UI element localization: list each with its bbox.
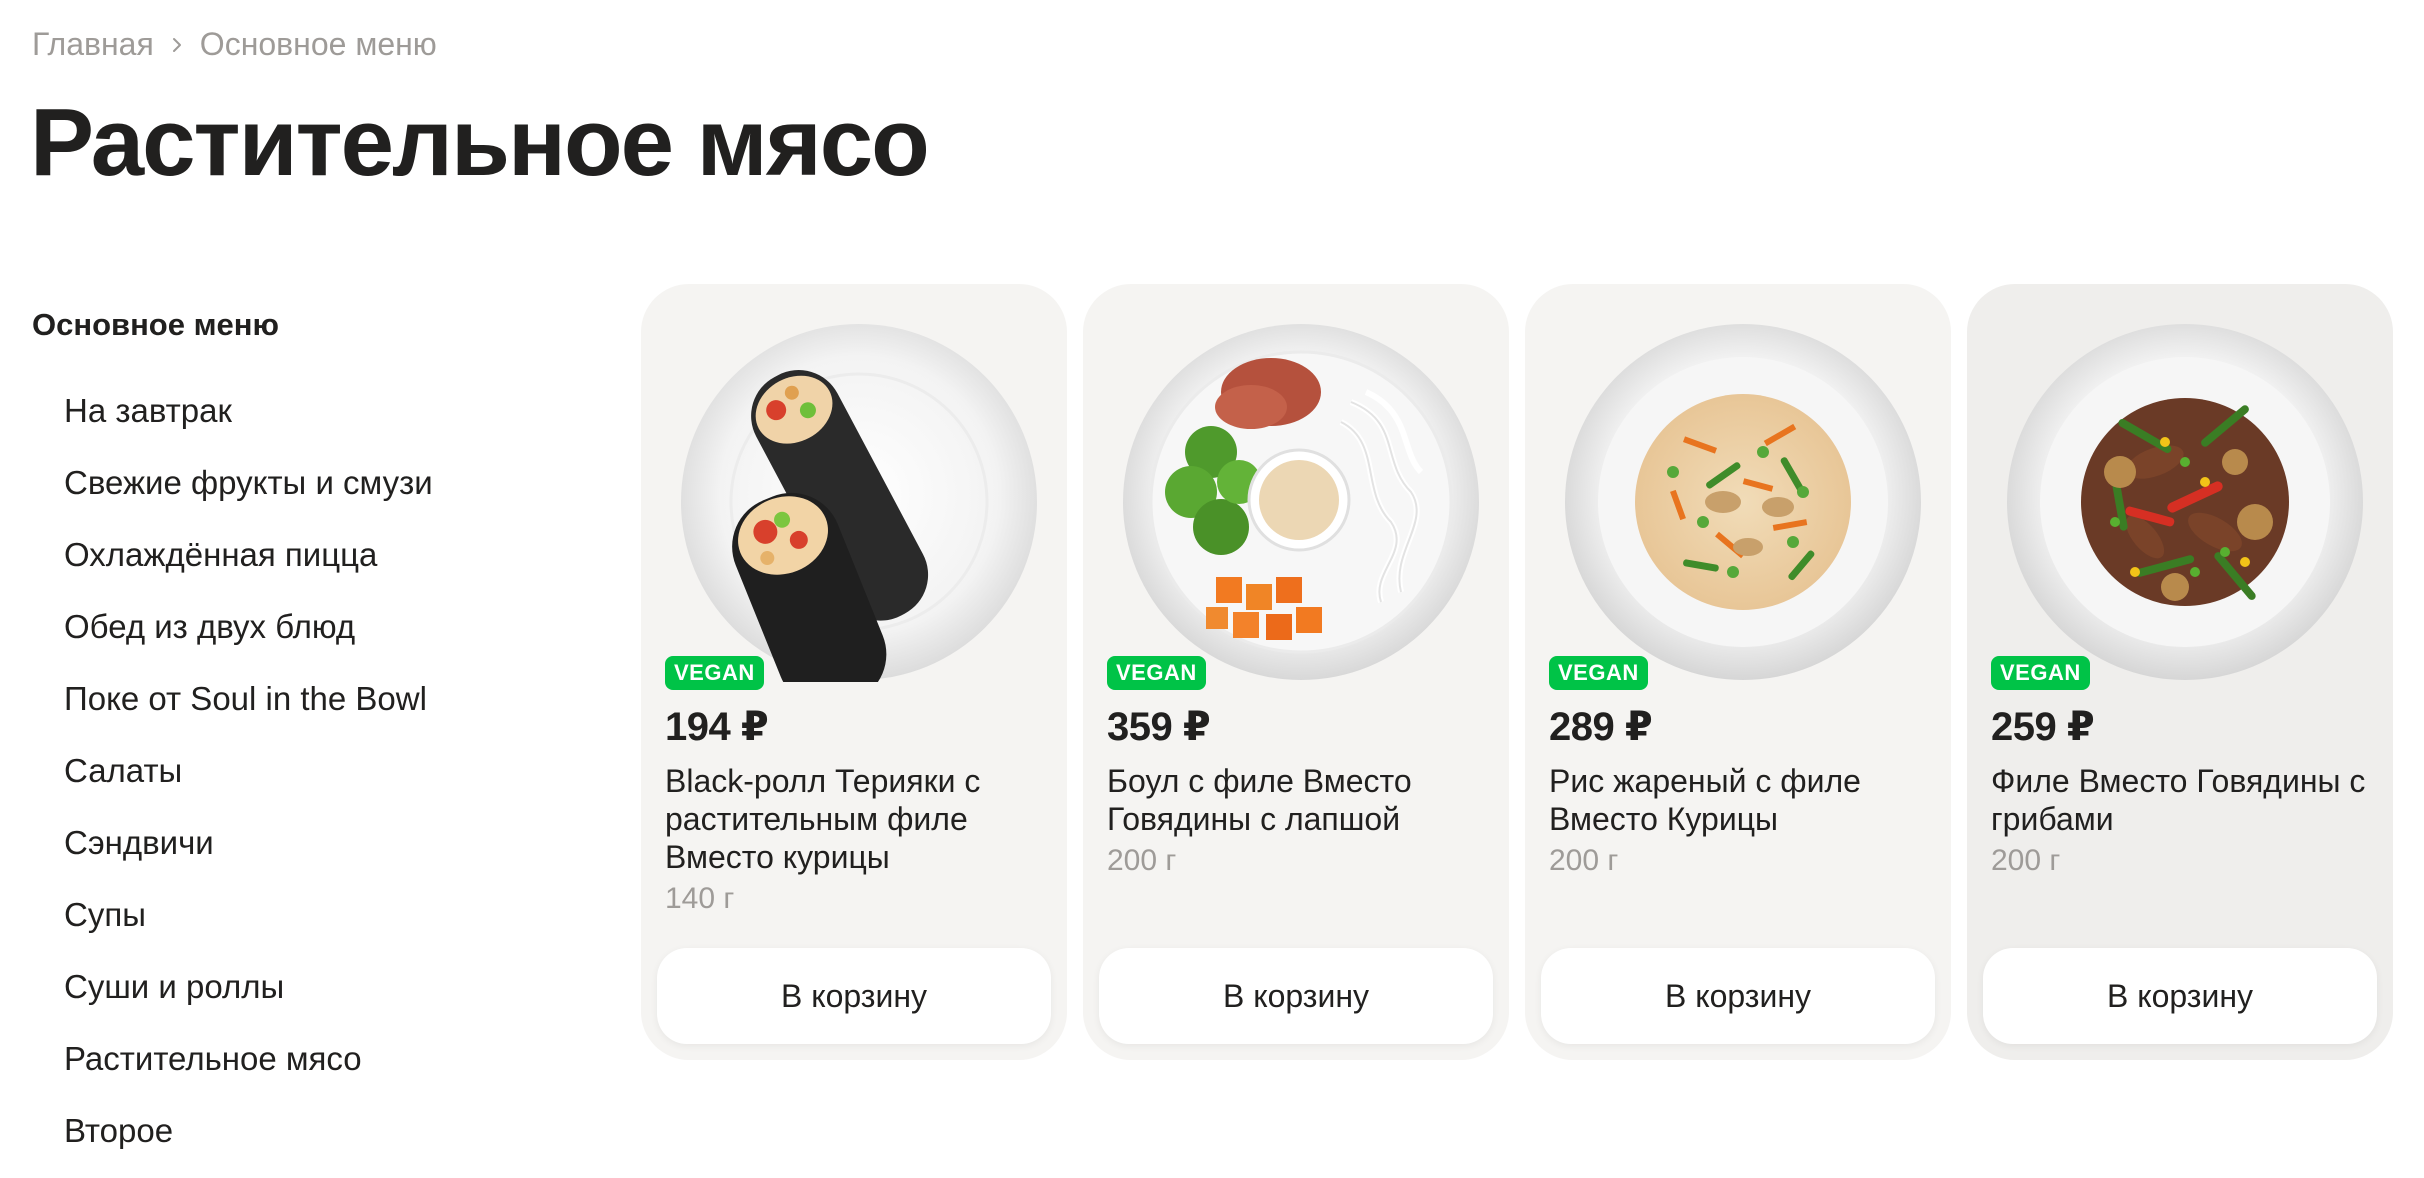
sidebar-item-plant-meat[interactable]: Растительное мясо bbox=[32, 1036, 592, 1108]
product-info: Филе Вместо Говядины с грибами 200 г bbox=[1991, 762, 2381, 880]
sidebar-item-sushi-rolls[interactable]: Суши и роллы bbox=[32, 964, 592, 1036]
vegan-badge: VEGAN bbox=[1107, 656, 1206, 690]
product-info: Рис жареный с филе Вместо Курицы 200 г bbox=[1549, 762, 1939, 880]
add-to-cart-button[interactable]: В корзину bbox=[657, 948, 1051, 1044]
product-card[interactable]: VEGAN 259 ₽ Филе Вместо Говядины с гриба… bbox=[1967, 284, 2393, 1060]
sidebar-item-two-course-lunch[interactable]: Обед из двух блюд bbox=[32, 604, 592, 676]
product-price: 359 ₽ bbox=[1107, 705, 1211, 749]
product-weight: 200 г bbox=[1549, 844, 1619, 877]
product-name[interactable]: Филе Вместо Говядины с грибами bbox=[1991, 762, 2381, 838]
product-price: 194 ₽ bbox=[665, 705, 769, 749]
product-weight: 200 г bbox=[1107, 844, 1177, 877]
sidebar-item-soups[interactable]: Супы bbox=[32, 892, 592, 964]
sidebar-list: На завтрак Свежие фрукты и смузи Охлаждё… bbox=[32, 388, 592, 1178]
breadcrumb: Главная Основное меню bbox=[32, 26, 437, 63]
product-info: Боул с филе Вместо Говядины с лапшой 200… bbox=[1107, 762, 1497, 880]
wrap-dish-image bbox=[679, 322, 1039, 682]
add-to-cart-button[interactable]: В корзину bbox=[1983, 948, 2377, 1044]
vegan-badge: VEGAN bbox=[1991, 656, 2090, 690]
product-price: 289 ₽ bbox=[1549, 705, 1653, 749]
product-weight: 140 г bbox=[665, 882, 735, 915]
product-name[interactable]: Рис жареный с филе Вместо Курицы bbox=[1549, 762, 1939, 838]
sidebar: Основное меню На завтрак Свежие фрукты и… bbox=[32, 300, 592, 1178]
breadcrumb-main-menu-link[interactable]: Основное меню bbox=[200, 26, 437, 63]
sidebar-item-poke[interactable]: Поке от Soul in the Bowl bbox=[32, 676, 592, 748]
product-card[interactable]: VEGAN 194 ₽ Black-ролл Терияки с растите… bbox=[641, 284, 1067, 1060]
sidebar-item-breakfast[interactable]: На завтрак bbox=[32, 388, 592, 460]
product-grid: VEGAN 194 ₽ Black-ролл Терияки с растите… bbox=[641, 284, 2393, 1060]
sidebar-item-chilled-pizza[interactable]: Охлаждённая пицца bbox=[32, 532, 592, 604]
vegan-badge: VEGAN bbox=[1549, 656, 1648, 690]
sidebar-item-sandwiches[interactable]: Сэндвичи bbox=[32, 820, 592, 892]
page: Главная Основное меню Растительное мясо … bbox=[0, 0, 2424, 1178]
product-name[interactable]: Black-ролл Терияки с растительным филе В… bbox=[665, 762, 1055, 876]
sidebar-item-fruits-smoothies[interactable]: Свежие фрукты и смузи bbox=[32, 460, 592, 532]
sidebar-item-salads[interactable]: Салаты bbox=[32, 748, 592, 820]
beef-mushroom-dish-image bbox=[2005, 322, 2365, 682]
add-to-cart-button[interactable]: В корзину bbox=[1099, 948, 1493, 1044]
chevron-right-icon bbox=[172, 37, 181, 52]
product-info: Black-ролл Терияки с растительным филе В… bbox=[665, 762, 1055, 918]
add-to-cart-button[interactable]: В корзину bbox=[1541, 948, 1935, 1044]
product-price: 259 ₽ bbox=[1991, 705, 2095, 749]
breadcrumb-home-link[interactable]: Главная bbox=[32, 26, 154, 63]
product-name[interactable]: Боул с филе Вместо Говядины с лапшой bbox=[1107, 762, 1497, 838]
bowl-dish-image bbox=[1121, 322, 1481, 682]
page-title: Растительное мясо bbox=[30, 89, 930, 196]
sidebar-heading-main-menu[interactable]: Основное меню bbox=[32, 300, 592, 350]
product-weight: 200 г bbox=[1991, 844, 2061, 877]
rice-dish-image bbox=[1563, 322, 1923, 682]
product-card[interactable]: VEGAN 359 ₽ Боул с филе Вместо Говядины … bbox=[1083, 284, 1509, 1060]
sidebar-item-main-courses[interactable]: Второе bbox=[32, 1108, 592, 1178]
product-card[interactable]: VEGAN 289 ₽ Рис жареный с филе Вместо Ку… bbox=[1525, 284, 1951, 1060]
vegan-badge: VEGAN bbox=[665, 656, 764, 690]
